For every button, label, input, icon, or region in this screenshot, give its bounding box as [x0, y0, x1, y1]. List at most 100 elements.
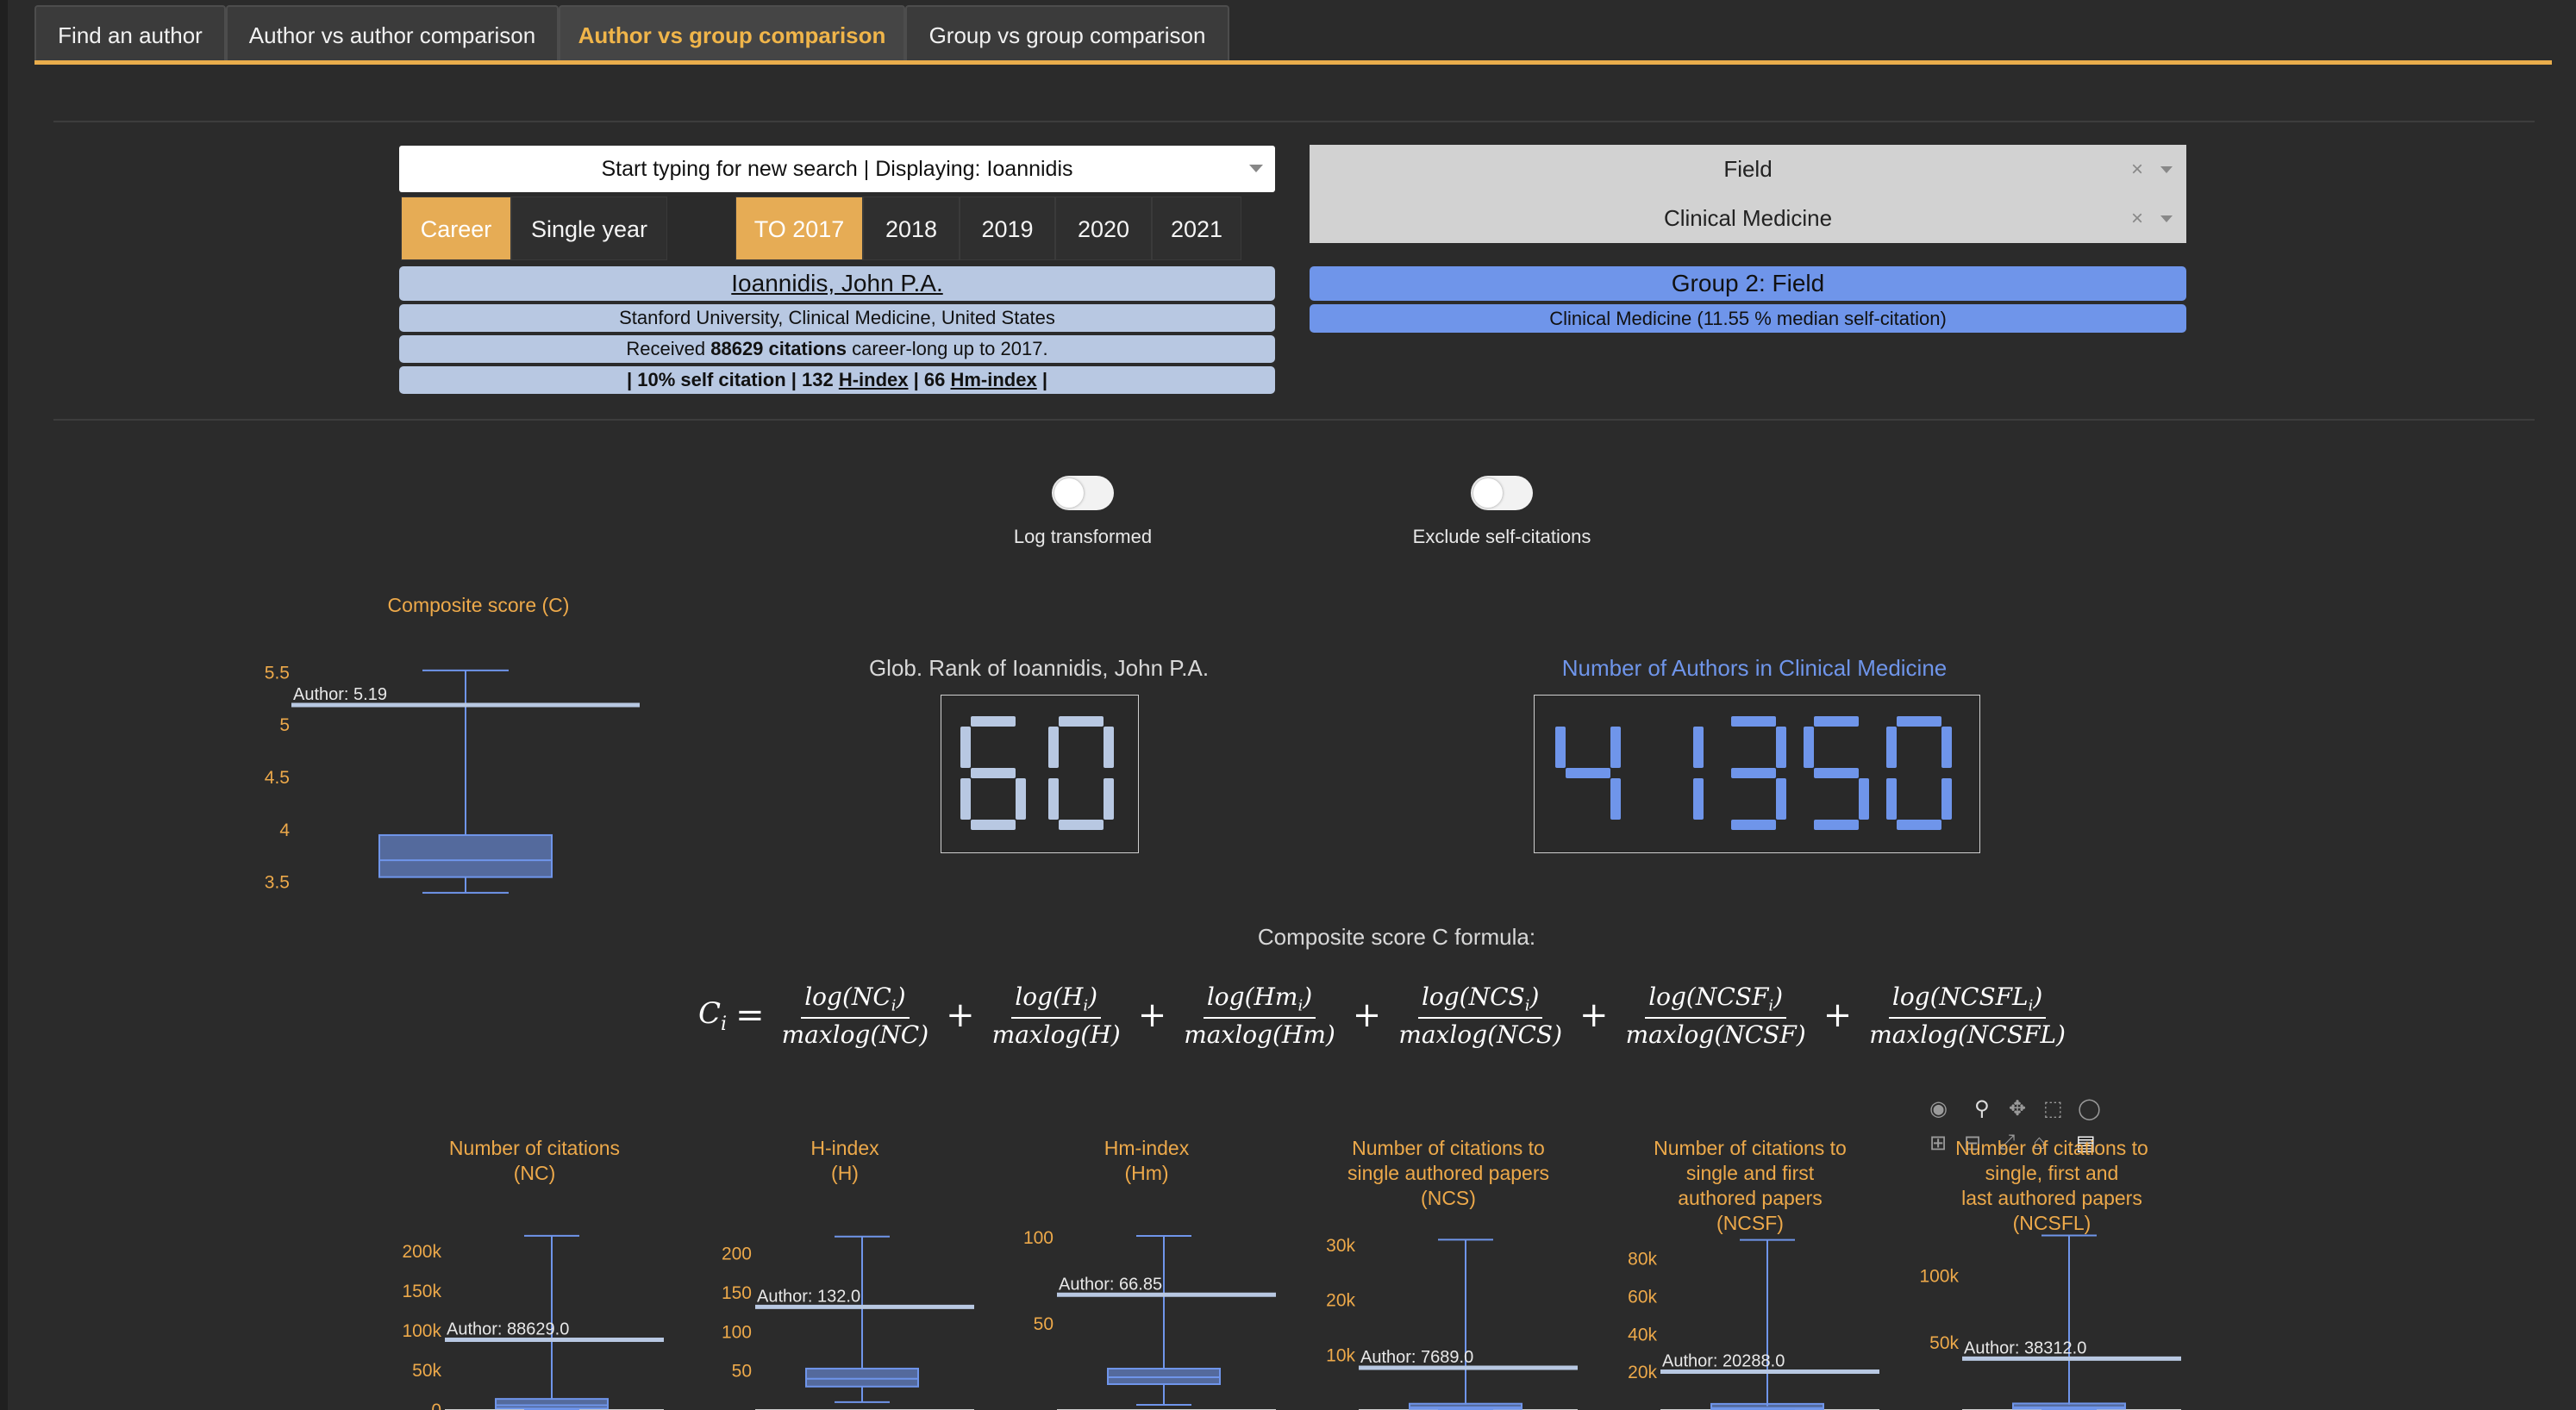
- author-search-text: Start typing for new search | Displaying…: [601, 157, 1073, 181]
- stats-part-3: |: [1036, 369, 1048, 390]
- chevron-down-icon[interactable]: [2160, 215, 2173, 222]
- formula-numerator: log(Hi): [1011, 983, 1102, 1019]
- author-label: Author: 88629.0: [447, 1320, 569, 1339]
- lcd-segment: [1776, 727, 1786, 768]
- lcd-segment: [1804, 727, 1814, 768]
- toggle-knob: [1473, 478, 1503, 508]
- author-affiliation: Stanford University, Clinical Medicine, …: [399, 304, 1275, 332]
- formula-numerator: log(NCSi): [1417, 983, 1543, 1019]
- divider: [53, 419, 2535, 421]
- formula-fraction: log(Hmi) maxlog(Hm): [1180, 983, 1339, 1049]
- tab-find-author[interactable]: Find an author: [34, 5, 226, 62]
- year-2019-button[interactable]: 2019: [960, 197, 1055, 260]
- group-value-value: Clinical Medicine: [1663, 205, 1833, 231]
- formula-plus: +: [1137, 995, 1167, 1036]
- metric-boxplot[interactable]: 80k 60k 40k 20k Author: 20288.0: [1595, 1220, 1888, 1410]
- formula-plus: +: [1352, 995, 1382, 1036]
- lcd-segment: [1776, 778, 1786, 820]
- metric-boxplot[interactable]: 100 50 Author: 66.85: [991, 1220, 1285, 1410]
- single-year-button[interactable]: Single year: [511, 197, 667, 260]
- career-button[interactable]: Career: [401, 197, 511, 260]
- y-tick-label: 3.5: [265, 873, 290, 893]
- metric-chart-title: Number of citations (NC): [448, 1137, 621, 1184]
- lcd-segment: [960, 727, 971, 768]
- composite-formula: Ci = log(NCi) maxlog(NC) + log(Hi) maxlog(H)…: [698, 983, 2074, 1049]
- formula-fraction: log(NCSi) maxlog(NCS): [1395, 983, 1566, 1049]
- formula-subscript: i: [1768, 996, 1774, 1015]
- y-tick-label: 150k: [402, 1282, 441, 1301]
- y-tick-label: 100: [722, 1322, 752, 1342]
- chevron-down-icon[interactable]: [2160, 166, 2173, 173]
- lcd-segment: [1048, 778, 1059, 820]
- lasso-icon[interactable]: ◯: [2078, 1096, 2101, 1121]
- toggle-knob: [1054, 478, 1084, 508]
- author-label: Author: 7689.0: [1360, 1348, 1473, 1367]
- author-citations-summary: Received 88629 citations career-long up …: [399, 335, 1275, 363]
- h-index-link[interactable]: H-index: [839, 369, 909, 390]
- hm-index-link[interactable]: Hm-index: [950, 369, 1036, 390]
- lcd-segment: [1814, 820, 1859, 830]
- tab-author-vs-author[interactable]: Author vs author comparison: [226, 5, 559, 62]
- lcd-segment: [1897, 820, 1941, 830]
- iqr-box: [378, 833, 553, 878]
- year-2018-button[interactable]: 2018: [863, 197, 960, 260]
- metric-chart-title: Number of citations to single authored p…: [1347, 1137, 1549, 1209]
- box-select-icon[interactable]: ⬚: [2043, 1096, 2063, 1121]
- formula-equals: =: [735, 995, 765, 1036]
- lcd-segment: [1859, 778, 1869, 820]
- y-tick-label: 150: [722, 1283, 752, 1303]
- citations-prefix: Received: [626, 338, 711, 359]
- lcd-segment: [1814, 716, 1859, 727]
- pan-icon[interactable]: ✥: [2009, 1096, 2026, 1121]
- lcd-segment: [1104, 727, 1114, 768]
- formula-subscript: i: [1297, 996, 1304, 1015]
- y-tick-label: 100: [1023, 1228, 1054, 1248]
- lcd-segment: [1886, 727, 1897, 768]
- group-title: Group 2: Field: [1310, 266, 2186, 301]
- clear-icon[interactable]: ×: [2131, 194, 2143, 243]
- tab-group-vs-group[interactable]: Group vs group comparison: [905, 5, 1229, 62]
- formula-numerator: log(NCSFLi): [1888, 983, 2047, 1019]
- formula-plus: +: [1823, 995, 1853, 1036]
- lcd-segment: [1941, 727, 1952, 768]
- y-tick-label: 50k: [412, 1361, 441, 1381]
- composite-score-boxplot[interactable]: 5.5 5 4.5 4 3.5 Author: 5.19: [250, 629, 664, 922]
- clear-icon[interactable]: ×: [2131, 145, 2143, 194]
- chevron-down-icon[interactable]: [1249, 165, 1263, 172]
- lcd-segment: [971, 820, 1016, 830]
- log-transform-toggle[interactable]: [1052, 476, 1114, 510]
- author-label: Author: 38312.0: [1964, 1338, 2086, 1357]
- y-tick-label: 5.5: [265, 663, 290, 683]
- metric-boxplot[interactable]: 200 150 100 50 Author: 132.0: [690, 1220, 983, 1410]
- formula-denominator: maxlog(NCSF): [1625, 1020, 1806, 1049]
- lcd-segment: [1731, 768, 1776, 778]
- formula-fraction: log(NCi) maxlog(NC): [778, 983, 933, 1049]
- tab-author-vs-group[interactable]: Author vs group comparison: [559, 5, 905, 62]
- y-tick-label: 50: [1034, 1314, 1054, 1334]
- iqr-box: [1409, 1402, 1522, 1410]
- metric-boxplot[interactable]: 100k 50k Author: 38312.0: [1897, 1220, 2190, 1410]
- rank-display: [941, 695, 1139, 853]
- y-tick-label: 0: [431, 1401, 441, 1410]
- year-2021-button[interactable]: 2021: [1152, 197, 1241, 260]
- y-tick-label: 10k: [1326, 1345, 1355, 1365]
- metric-chart-title: Hm-index (Hm): [1104, 1137, 1190, 1184]
- lcd-segment: [1048, 727, 1059, 768]
- zoom-icon[interactable]: ⚲: [1974, 1096, 1990, 1121]
- exclude-self-citations-toggle[interactable]: [1471, 476, 1533, 510]
- metric-boxplot[interactable]: 30k 20k 10k Author: 7689.0: [1293, 1220, 1586, 1410]
- metric-chart-title: H-index (H): [810, 1137, 879, 1184]
- y-tick-label: 30k: [1326, 1236, 1355, 1256]
- year-2020-button[interactable]: 2020: [1055, 197, 1152, 260]
- camera-icon[interactable]: ◉: [1929, 1096, 1948, 1121]
- group-value-select[interactable]: Clinical Medicine ×: [1310, 194, 2186, 243]
- group-type-select[interactable]: Field ×: [1310, 145, 2186, 194]
- y-tick-label: 5: [279, 715, 290, 735]
- metric-boxplot[interactable]: 200k 150k 100k 50k 0 Author: 88629.0: [379, 1220, 672, 1410]
- author-name-link[interactable]: Ioannidis, John P.A.: [399, 266, 1275, 301]
- y-tick-label: 200k: [402, 1242, 441, 1262]
- formula-subscript: i: [1083, 996, 1089, 1015]
- lcd-segment: [1886, 778, 1897, 820]
- year-to-2017-button[interactable]: TO 2017: [735, 197, 863, 260]
- author-search-dropdown[interactable]: Start typing for new search | Displaying…: [399, 146, 1275, 192]
